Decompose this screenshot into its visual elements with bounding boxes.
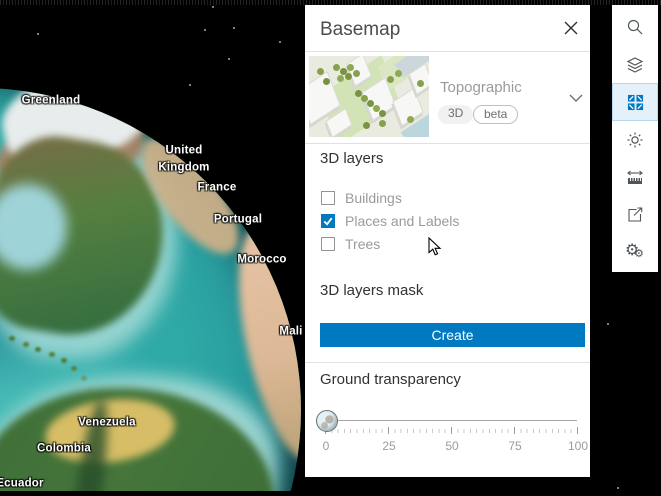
layers-heading: 3D layers [320, 150, 384, 167]
layers-icon[interactable] [612, 46, 658, 84]
chevron-down-icon[interactable] [568, 90, 584, 106]
settings-icon[interactable]: ⚙ ⚙ [612, 234, 658, 272]
star [37, 33, 39, 35]
close-icon[interactable] [559, 16, 583, 40]
star [607, 323, 609, 325]
caribbean-islands [9, 336, 15, 341]
basemap-icon[interactable] [612, 83, 658, 122]
mask-heading: 3D layers mask [320, 282, 424, 299]
star [279, 41, 281, 43]
star [189, 84, 191, 86]
slider-major-tick [577, 427, 578, 434]
tick-label-0: 0 [322, 439, 330, 453]
ground-transparency-heading: Ground transparency [320, 371, 461, 388]
top-artifact-strip [0, 0, 661, 5]
checkbox-icon [321, 237, 335, 251]
measure-icon[interactable] [612, 159, 658, 197]
checkbox-label: Buildings [345, 190, 402, 206]
tick-label-50: 50 [445, 439, 459, 453]
star [617, 487, 619, 489]
badge-3d: 3D [438, 105, 474, 124]
share-icon[interactable] [612, 197, 658, 235]
create-button[interactable]: Create [320, 323, 585, 347]
basemap-panel: Basemap Topographic 3D beta 3D layers Bu… [305, 0, 590, 477]
slider-major-tick [388, 427, 389, 434]
tick-label-25: 25 [382, 439, 396, 453]
divider [305, 362, 590, 363]
tool-rail: ⚙ ⚙ [612, 0, 658, 272]
daylight-icon[interactable] [612, 121, 658, 159]
thumb-trees [333, 64, 340, 71]
gears-glyph: ⚙ ⚙ [625, 240, 644, 261]
star [228, 58, 230, 60]
basemap-name: Topographic [440, 79, 522, 96]
star [233, 27, 235, 29]
badge-beta: beta [473, 105, 519, 124]
star [204, 29, 206, 31]
bottom-edge [0, 491, 661, 496]
transparency-slider-thumb-globe[interactable] [316, 410, 338, 432]
checkbox-label: Trees [345, 236, 381, 252]
divider [305, 51, 590, 52]
checkbox-icon [321, 214, 335, 228]
checkbox-trees[interactable]: Trees [321, 236, 380, 252]
tick-label-75: 75 [508, 439, 522, 453]
divider [305, 143, 590, 144]
tick-label-100: 100 [567, 439, 589, 453]
slider-major-tick [514, 427, 515, 434]
checkbox-icon [321, 191, 335, 205]
checkbox-label: Places and Labels [345, 213, 460, 229]
search-icon[interactable] [612, 8, 658, 46]
star [212, 6, 214, 8]
transparency-slider-track[interactable] [325, 420, 577, 421]
checkbox-buildings[interactable]: Buildings [321, 190, 402, 206]
checkbox-places-and-labels[interactable]: Places and Labels [321, 213, 459, 229]
earth-globe[interactable] [0, 88, 301, 496]
basemap-thumbnail[interactable] [309, 56, 429, 137]
app-window: Greenland United Kingdom France Portugal… [0, 0, 661, 496]
panel-title: Basemap [320, 19, 401, 40]
slider-major-tick [451, 427, 452, 434]
mouse-cursor [428, 236, 442, 262]
